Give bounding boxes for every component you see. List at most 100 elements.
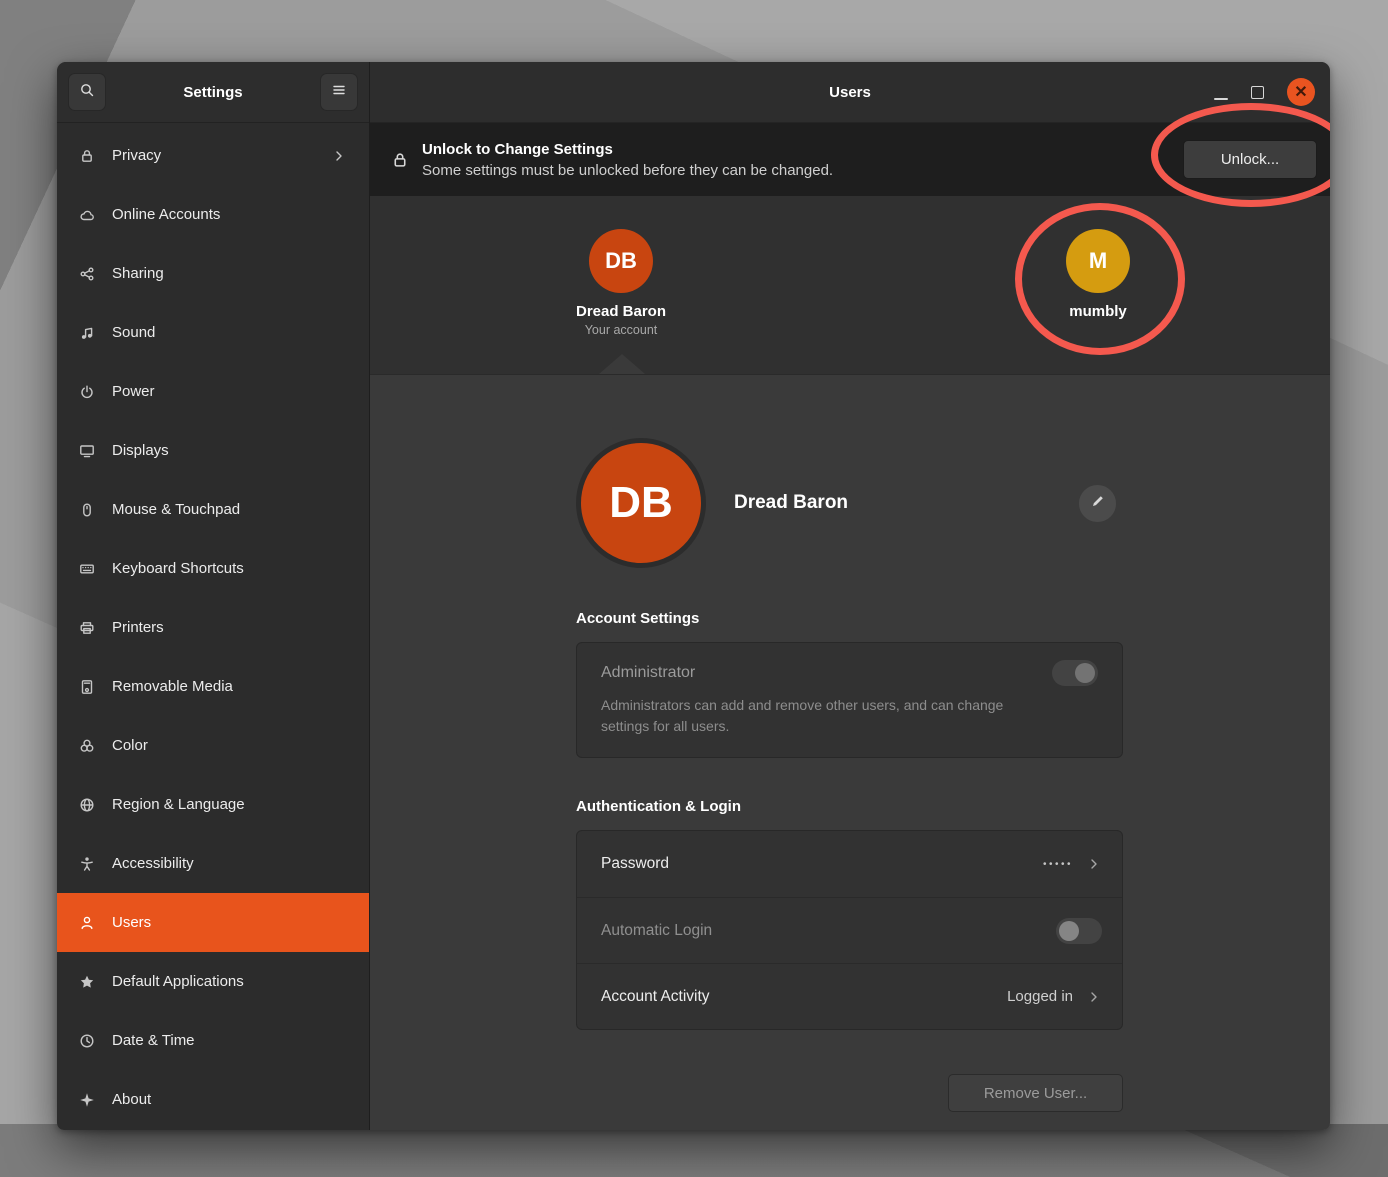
sidebar-item-label: Date & Time (112, 1032, 347, 1049)
user-detail-panel: DB Dread Baron Account Settings Administ… (370, 375, 1330, 1130)
row-end (1056, 918, 1102, 944)
pencil-icon (1090, 493, 1106, 514)
sidebar-title: Settings (106, 84, 320, 101)
media-icon (79, 679, 95, 695)
row-label: Automatic Login (601, 922, 712, 940)
sparkle-icon (79, 1092, 95, 1108)
sidebar-item-label: Sharing (112, 265, 347, 282)
sidebar-item-online-accounts[interactable]: Online Accounts (57, 185, 369, 244)
selected-account-notch (599, 354, 645, 374)
account-name: mumbly (1066, 303, 1130, 320)
sidebar-item-removable-media[interactable]: Removable Media (57, 657, 369, 716)
sidebar-item-about[interactable]: About (57, 1070, 369, 1129)
sidebar-item-label: Online Accounts (112, 206, 347, 223)
unlock-banner: Unlock to Change Settings Some settings … (370, 123, 1330, 196)
sidebar-item-sound[interactable]: Sound (57, 303, 369, 362)
account-mumbly[interactable]: Mmumbly (1066, 229, 1130, 320)
sidebar-item-label: About (112, 1091, 347, 1108)
globe-icon (79, 797, 95, 813)
account-name: Dread Baron (576, 303, 666, 320)
remove-user-row: Remove User... (576, 1074, 1123, 1112)
account-avatar: M (1066, 229, 1130, 293)
automatic-login-toggle[interactable] (1056, 918, 1102, 944)
printer-icon (79, 620, 95, 636)
unlock-texts: Unlock to Change Settings Some settings … (422, 141, 1170, 179)
sidebar-item-label: Default Applications (112, 973, 347, 990)
toggle-knob (1059, 921, 1079, 941)
sidebar-item-label: Power (112, 383, 347, 400)
account-dread-baron[interactable]: DB Dread Baron Your account (576, 229, 666, 337)
sidebar-item-displays[interactable]: Displays (57, 421, 369, 480)
sidebar-item-sharing[interactable]: Sharing (57, 244, 369, 303)
menu-button[interactable] (320, 73, 358, 111)
titlebar[interactable]: Users ✕ (370, 62, 1330, 123)
desktop-background: Settings Privacy Online Accounts Sharing So… (0, 0, 1388, 1177)
power-icon (79, 384, 95, 400)
users-icon (79, 915, 95, 931)
star-icon (79, 974, 95, 990)
chevron-right-icon (331, 148, 347, 164)
sidebar-item-privacy[interactable]: Privacy (57, 126, 369, 185)
keyboard-icon (79, 561, 95, 577)
accessibility-icon (79, 856, 95, 872)
page-title: Users (829, 84, 871, 101)
remove-user-button[interactable]: Remove User... (948, 1074, 1123, 1112)
row-account-activity[interactable]: Account Activity Logged in (577, 963, 1122, 1029)
maximize-button[interactable] (1251, 86, 1264, 99)
row-value: ••••• (1043, 859, 1073, 870)
sidebar-item-printers[interactable]: Printers (57, 598, 369, 657)
search-button[interactable] (68, 73, 106, 111)
color-icon (79, 738, 95, 754)
row-label: Password (601, 855, 669, 873)
main-panel: Users ✕ Unlock to Change Settings Some s… (370, 62, 1330, 1130)
sidebar-item-label: Region & Language (112, 796, 347, 813)
avatar: DB (576, 438, 706, 568)
edit-avatar-button[interactable] (1078, 484, 1117, 523)
hamburger-icon (331, 82, 347, 103)
sidebar-item-date-time[interactable]: Date & Time (57, 1011, 369, 1070)
minimize-button[interactable] (1214, 98, 1228, 100)
administrator-label: Administrator (601, 664, 695, 682)
row-end: ••••• (1043, 856, 1102, 872)
sidebar-item-users[interactable]: Users (57, 893, 369, 952)
unlock-button[interactable]: Unlock... (1183, 140, 1317, 179)
account-avatar: DB (589, 229, 653, 293)
lock-icon (79, 148, 95, 164)
unlock-subtitle: Some settings must be unlocked before th… (422, 162, 1170, 179)
row-value: Logged in (1007, 988, 1073, 1005)
sidebar-item-power[interactable]: Power (57, 362, 369, 421)
profile-row: DB Dread Baron (576, 438, 1123, 568)
lock-icon (391, 151, 409, 169)
sidebar-item-mouse-touchpad[interactable]: Mouse & Touchpad (57, 480, 369, 539)
sidebar-item-label: Removable Media (112, 678, 347, 695)
cloud-icon (79, 207, 95, 223)
row-label: Account Activity (601, 988, 710, 1006)
sidebar-item-color[interactable]: Color (57, 716, 369, 775)
mouse-icon (79, 502, 95, 518)
sidebar-item-label: Printers (112, 619, 347, 636)
sidebar-item-region-language[interactable]: Region & Language (57, 775, 369, 834)
toggle-knob (1075, 663, 1095, 683)
administrator-toggle[interactable] (1052, 660, 1098, 686)
sidebar-item-label: Accessibility (112, 855, 347, 872)
clock-icon (79, 1033, 95, 1049)
close-button[interactable]: ✕ (1287, 78, 1315, 106)
sidebar-item-accessibility[interactable]: Accessibility (57, 834, 369, 893)
row-end: Logged in (1007, 988, 1102, 1005)
accounts-container: DB Dread Baron Your account Mmumbly (370, 196, 1330, 374)
settings-window: Settings Privacy Online Accounts Sharing So… (57, 62, 1330, 1130)
row-password[interactable]: Password ••••• (577, 831, 1122, 897)
display-icon (79, 443, 95, 459)
row-automatic-login[interactable]: Automatic Login (577, 897, 1122, 963)
sidebar-header: Settings (57, 62, 369, 123)
auth-login-heading: Authentication & Login (576, 798, 1123, 815)
profile-name: Dread Baron (734, 492, 1078, 514)
sidebar-item-label: Displays (112, 442, 347, 459)
account-subtitle: Your account (576, 323, 666, 337)
sidebar-item-keyboard-shortcuts[interactable]: Keyboard Shortcuts (57, 539, 369, 598)
sound-icon (79, 325, 95, 341)
administrator-card: Administrator Administrators can add and… (576, 642, 1123, 758)
sidebar-item-default-applications[interactable]: Default Applications (57, 952, 369, 1011)
window-controls: ✕ (1214, 62, 1315, 122)
chevron-right-icon (1086, 856, 1102, 872)
